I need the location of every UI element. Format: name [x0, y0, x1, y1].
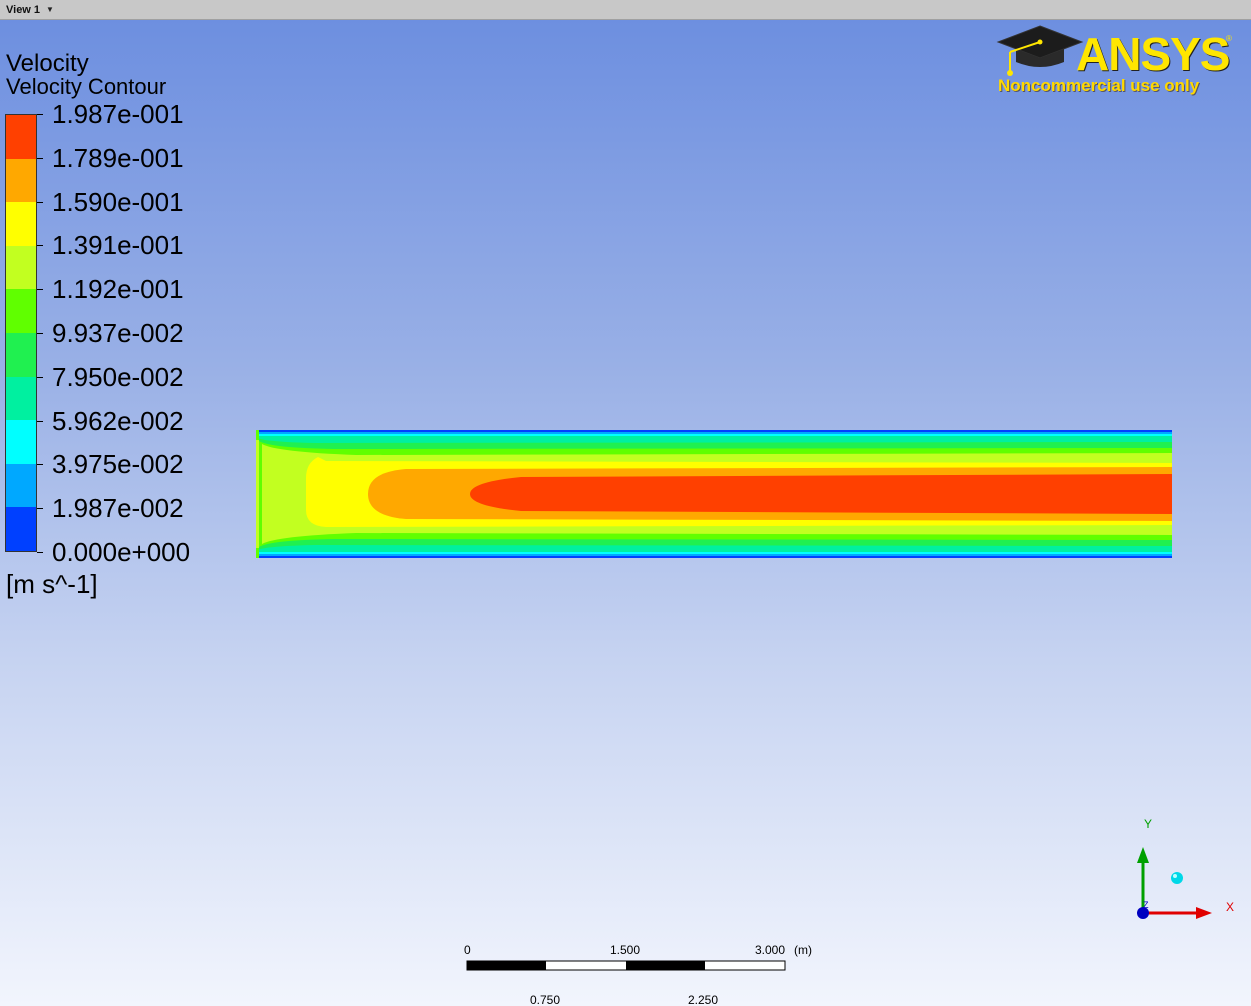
- logo-brand-text: ANSYS: [1076, 28, 1230, 80]
- logo-tagline: Noncommercial use only: [998, 76, 1200, 95]
- legend-level-label: 9.937e-002: [52, 318, 184, 348]
- legend-level-label: 5.962e-002: [52, 405, 184, 436]
- cfd-post-window: View 1 ▼ Velocity Velocity Contour 1.987…: [0, 0, 1251, 1006]
- scale-label-bottom: 2.250: [688, 993, 719, 1006]
- view-tab[interactable]: View 1 ▼: [0, 0, 60, 19]
- legend-tick: [37, 245, 43, 247]
- trademark-icon: ®: [1226, 34, 1232, 43]
- velocity-contour-plot[interactable]: [256, 430, 1172, 558]
- legend-color-band: [6, 202, 36, 246]
- legend-color-band: [6, 332, 36, 377]
- legend-level-label: 0.000e+000: [52, 537, 191, 567]
- scale-label-top: 3.000: [755, 943, 786, 957]
- legend-level-label: 1.987e-001: [52, 99, 184, 129]
- legend-level-label: 1.192e-001: [52, 274, 184, 305]
- axis-label-z: Z: [1143, 900, 1149, 910]
- axis-label-y: Y: [1144, 817, 1153, 831]
- contour-inlet-edge: [256, 440, 259, 548]
- ansys-logo: ANSYS ® Noncommercial use only: [996, 22, 1236, 100]
- graduation-cap-icon: [996, 25, 1084, 76]
- scale-label-top: 0: [464, 943, 471, 957]
- legend-color-band: [6, 115, 36, 159]
- legend-color-band: [6, 158, 36, 203]
- legend-tick: [37, 157, 43, 159]
- scale-unit: (m): [794, 943, 812, 957]
- legend-color-bar: [5, 114, 37, 552]
- legend-tick: [37, 114, 43, 115]
- legend-tick: [37, 289, 43, 291]
- scale-label-bottom: 0.750: [530, 993, 561, 1006]
- chevron-down-icon[interactable]: ▼: [46, 5, 54, 14]
- legend-color-band: [6, 420, 36, 464]
- legend-level-label: 1.987e-002: [52, 493, 184, 524]
- axis-label-x: X: [1226, 900, 1235, 914]
- legend-level-label: 7.950e-002: [52, 361, 184, 392]
- legend-color-band: [6, 289, 36, 333]
- legend-tick: [37, 508, 43, 510]
- scale-label-top: 1.500: [610, 943, 641, 957]
- axis-triad[interactable]: Y X Z: [1110, 815, 1250, 925]
- legend-level-label: 3.975e-002: [52, 449, 184, 480]
- legend-tick: [37, 464, 43, 466]
- legend-color-band: [6, 463, 36, 508]
- legend-tick: [37, 376, 43, 378]
- legend-tick: [37, 201, 43, 203]
- 3d-viewport[interactable]: Velocity Velocity Contour 1.987e-001 1.78…: [0, 20, 1251, 1006]
- legend-subtitle: Velocity Contour: [6, 74, 167, 99]
- legend-level-label: 1.391e-001: [52, 230, 184, 261]
- legend-color-band: [6, 376, 36, 421]
- scale-bar: 0 1.500 3.000 (m) 0.750 2.250: [440, 940, 840, 1006]
- legend-color-band: [6, 507, 36, 551]
- legend-tick: [37, 420, 43, 422]
- legend-color-band: [6, 245, 36, 290]
- contour-band: [470, 474, 1172, 514]
- view-tab-label: View 1: [6, 3, 41, 16]
- legend-unit: [m s^-1]: [6, 569, 98, 599]
- legend-tick: [37, 333, 43, 334]
- legend-level-label: 1.789e-001: [52, 142, 184, 173]
- legend-level-label: 1.590e-001: [52, 186, 184, 217]
- legend-tick: [37, 552, 43, 553]
- view-tab-bar: View 1 ▼: [0, 0, 1251, 20]
